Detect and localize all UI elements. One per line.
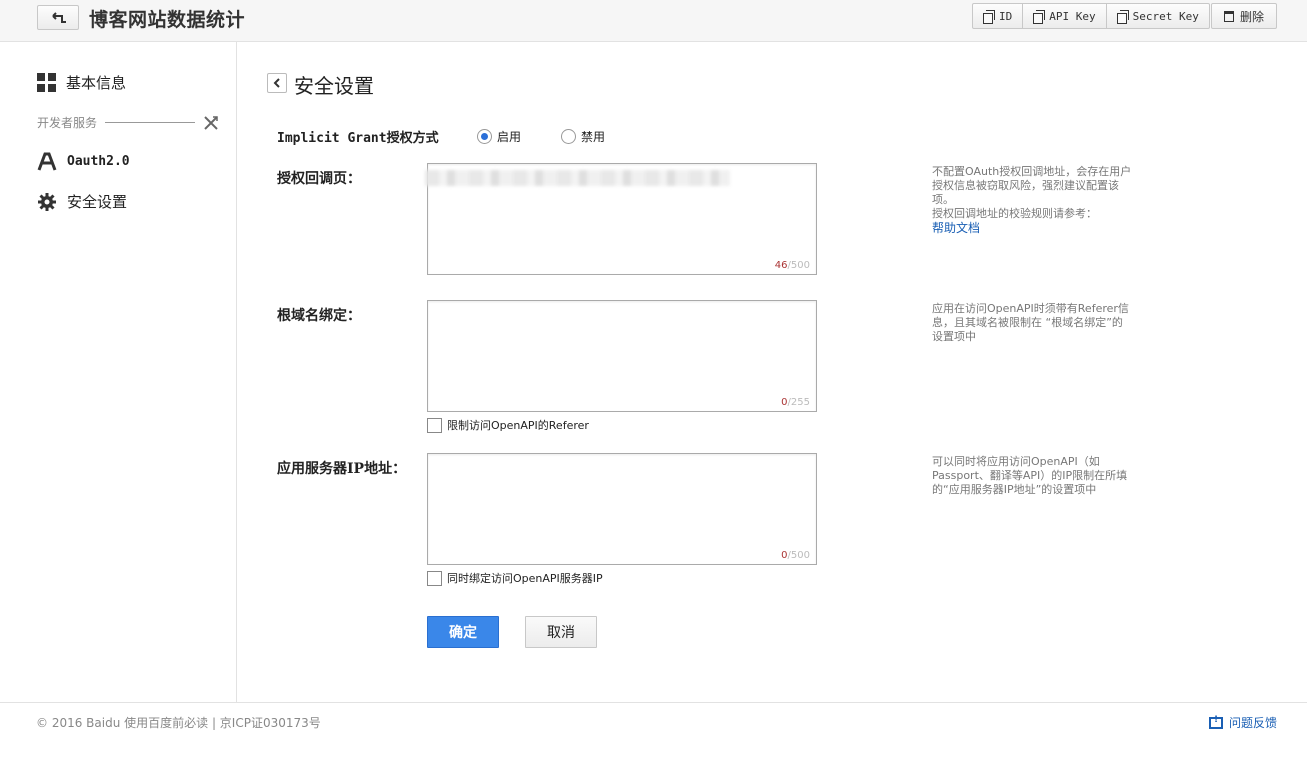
- implicit-grant-label: Implicit Grant授权方式: [277, 131, 439, 146]
- referer-checkbox-label: 限制访问OpenAPI的Referer: [447, 419, 589, 432]
- callback-help: 不配置OAuth授权回调地址，会存在用户授权信息被窃取风险，强烈建议配置该项。 …: [932, 165, 1132, 236]
- char-counter: 0/500: [781, 550, 810, 561]
- char-counter: 46/500: [775, 260, 810, 271]
- sidebar-item-label: 基本信息: [66, 74, 127, 92]
- radio-disable-label: 禁用: [581, 130, 606, 144]
- page-back-button[interactable]: [267, 73, 287, 93]
- feedback-icon: [1209, 715, 1223, 729]
- sidebar-item-oauth[interactable]: Oauth2.0: [37, 152, 130, 171]
- ip-bind-checkbox[interactable]: 同时绑定访问OpenAPI服务器IP: [427, 570, 603, 586]
- cancel-button[interactable]: 取消: [525, 616, 597, 648]
- radio-checked-icon: [477, 129, 492, 144]
- divider: [105, 122, 195, 123]
- tools-icon: [204, 115, 218, 130]
- feedback-link[interactable]: 问题反馈: [1209, 714, 1277, 731]
- radio-enable-label: 启用: [497, 130, 522, 144]
- feedback-label: 问题反馈: [1229, 716, 1278, 730]
- callback-help-text: 不配置OAuth授权回调地址，会存在用户授权信息被窃取风险，强烈建议配置该项。: [932, 165, 1132, 206]
- ip-help: 可以同时将应用访问OpenAPI（如Passport、翻译等API）的IP限制在…: [932, 455, 1128, 496]
- top-bar: 博客网站数据统计 ID API Key Secret Key 删除: [0, 0, 1307, 42]
- back-button[interactable]: [37, 5, 79, 30]
- char-max: /255: [787, 397, 810, 408]
- copy-api-key-button[interactable]: API Key: [1023, 4, 1107, 28]
- char-max: /500: [787, 550, 810, 561]
- ip-label: 应用服务器IP地址：: [277, 461, 407, 477]
- char-count: 46: [774, 260, 788, 271]
- dashboard-grid-icon: [37, 73, 56, 92]
- return-arrow-icon: [52, 12, 66, 23]
- radio-enable[interactable]: 启用: [477, 128, 521, 145]
- dev-services-section: 开发者服务: [37, 114, 219, 131]
- trash-icon: [1223, 10, 1234, 22]
- sidebar-item-label: Oauth2.0: [67, 154, 130, 169]
- checkbox-icon: [427, 570, 442, 586]
- sidebar-item-security[interactable]: 安全设置: [37, 191, 127, 212]
- sidebar-item-basic-info[interactable]: 基本信息: [37, 72, 126, 93]
- domain-label: 根域名绑定：: [277, 308, 361, 324]
- chevron-left-icon: [273, 78, 280, 88]
- checkbox-icon: [427, 417, 442, 433]
- section-title: 开发者服务: [37, 116, 98, 130]
- domain-textarea[interactable]: 0/255: [427, 300, 817, 412]
- copy-id-button[interactable]: ID: [973, 4, 1024, 28]
- copyright-text: © 2016 Baidu 使用百度前必读 | 京ICP证030173号: [36, 716, 321, 730]
- copy-secret-key-button[interactable]: Secret Key: [1107, 4, 1209, 28]
- delete-button[interactable]: 删除: [1211, 3, 1277, 29]
- page-title: 安全设置: [294, 74, 374, 98]
- callback-label: 授权回调页：: [277, 171, 361, 187]
- copy-icon: [1033, 10, 1046, 24]
- redacted-callback-url: [425, 170, 730, 186]
- gear-icon: [38, 192, 56, 211]
- domain-help: 应用在访问OpenAPI时须带有Referer信息，且其域名被限制在 “根域名绑…: [932, 302, 1129, 343]
- sidebar-item-label: 安全设置: [67, 193, 128, 211]
- char-counter: 0/255: [781, 397, 810, 408]
- char-max: /500: [787, 260, 810, 271]
- radio-unchecked-icon: [561, 129, 576, 144]
- oauth-icon: [37, 152, 57, 171]
- sidebar: 基本信息 开发者服务 Oauth2.0 安全设置: [0, 42, 237, 702]
- copy-api-key-label: API Key: [1049, 9, 1096, 23]
- copy-secret-key-label: Secret Key: [1132, 9, 1199, 23]
- copy-icon: [1116, 10, 1129, 24]
- confirm-button[interactable]: 确定: [427, 616, 499, 648]
- ip-textarea[interactable]: 0/500: [427, 453, 817, 565]
- copy-icon: [983, 10, 995, 24]
- footer: © 2016 Baidu 使用百度前必读 | 京ICP证030173号 问题反馈: [0, 702, 1307, 761]
- main-content: 安全设置 Implicit Grant授权方式 启用 禁用 授权回调页： 46/…: [237, 42, 1307, 702]
- radio-disable[interactable]: 禁用: [561, 128, 605, 145]
- callback-textarea[interactable]: 46/500: [425, 163, 817, 275]
- referer-checkbox[interactable]: 限制访问OpenAPI的Referer: [427, 417, 589, 433]
- app-title: 博客网站数据统计: [89, 9, 246, 31]
- copy-id-label: ID: [999, 9, 1013, 23]
- help-doc-link[interactable]: 帮助文档: [932, 221, 980, 235]
- callback-help-rule: 授权回调地址的校验规则请参考：: [932, 207, 1097, 220]
- ip-bind-checkbox-label: 同时绑定访问OpenAPI服务器IP: [447, 572, 603, 585]
- key-button-group: ID API Key Secret Key: [972, 3, 1210, 29]
- delete-label: 删除: [1239, 9, 1264, 24]
